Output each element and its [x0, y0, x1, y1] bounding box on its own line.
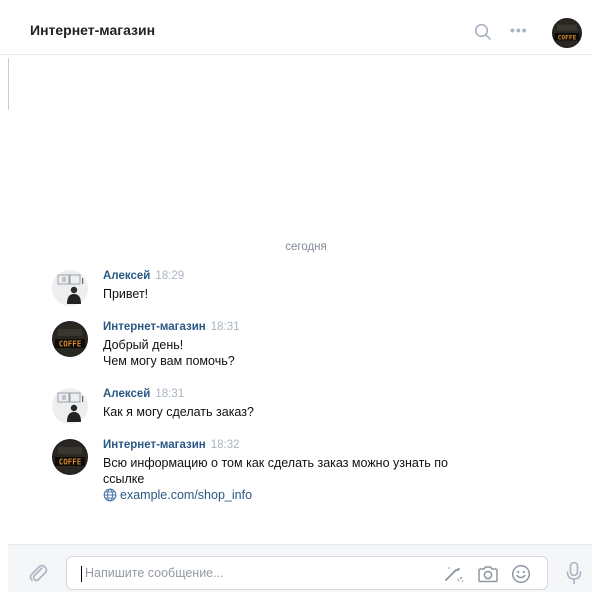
link-url[interactable]: example.com/shop_info — [120, 487, 252, 503]
message-time: 18:31 — [210, 321, 240, 333]
message-time: 18:29 — [155, 270, 185, 282]
more-dots-icon[interactable]: ••• — [510, 22, 528, 38]
microphone-icon[interactable] — [566, 561, 582, 585]
chat-title: Интернет-магазин — [30, 22, 156, 38]
message-author[interactable]: Интернет-магазин — [103, 439, 206, 451]
chat-header: Интернет-магазин ••• — [0, 0, 592, 55]
smile-icon[interactable] — [511, 564, 531, 584]
message-text: Чем могу вам помочь? — [103, 354, 235, 368]
message-text: Всю информацию о том как сделать заказ м… — [103, 456, 449, 470]
camera-icon[interactable] — [477, 565, 499, 583]
scroll-indicator — [8, 58, 9, 110]
message-composer — [8, 544, 592, 592]
coffee-avatar[interactable] — [52, 439, 88, 475]
search-icon[interactable] — [474, 23, 492, 41]
message-input-box[interactable] — [66, 556, 548, 590]
message-text: Привет! — [103, 287, 149, 301]
paperclip-icon[interactable] — [28, 562, 48, 584]
globe-icon — [103, 488, 117, 502]
chat-avatar[interactable] — [552, 18, 582, 48]
message-author[interactable]: Алексей — [103, 388, 150, 400]
person-avatar[interactable] — [52, 388, 88, 424]
message-link[interactable]: example.com/shop_info — [103, 487, 493, 503]
message-time: 18:31 — [155, 388, 185, 400]
message-text: Как я могу сделать заказ? — [103, 405, 254, 419]
message-text: Добрый день! — [103, 338, 184, 352]
person-avatar[interactable] — [52, 270, 88, 306]
message-text: ссылке — [103, 472, 145, 486]
date-separator: сегодня — [285, 241, 327, 253]
graffiti-icon[interactable] — [443, 565, 465, 583]
message-author[interactable]: Интернет-магазин — [103, 321, 206, 333]
coffee-avatar[interactable] — [52, 321, 88, 357]
text-caret — [81, 566, 82, 582]
message-input[interactable] — [85, 557, 425, 589]
message-author[interactable]: Алексей — [103, 270, 150, 282]
message-time: 18:32 — [210, 439, 240, 451]
